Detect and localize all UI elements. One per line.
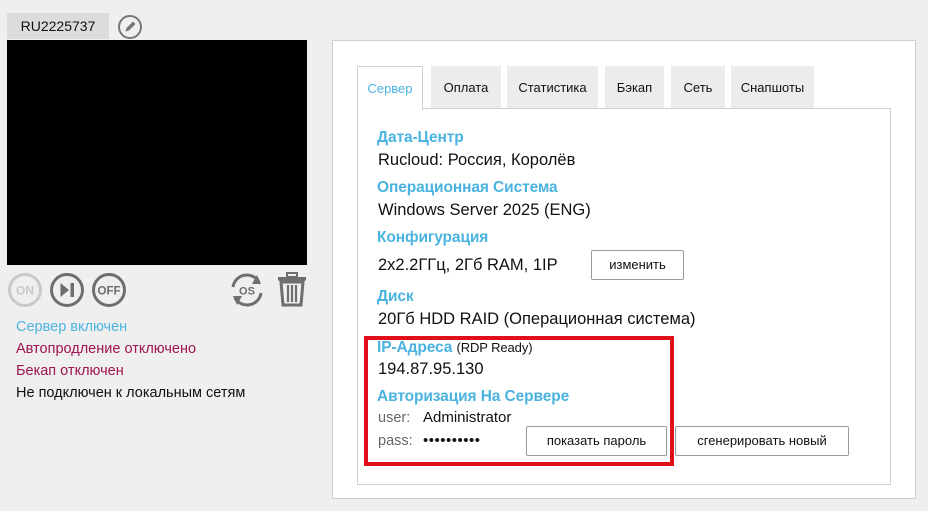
disk-label: Диск <box>377 288 414 305</box>
server-id-label: RU2225737 <box>7 13 109 39</box>
os-value: Windows Server 2025 (ENG) <box>378 201 591 219</box>
show-password-button[interactable]: показать пароль <box>526 426 667 456</box>
tab-network[interactable]: Сеть <box>671 66 725 109</box>
change-config-button[interactable]: изменить <box>591 250 684 280</box>
datacenter-label: Дата-Центр <box>377 129 464 146</box>
datacenter-value: Rucloud: Россия, Королёв <box>378 151 576 169</box>
status-network: Не подключен к локальным сетям <box>16 385 246 401</box>
auth-label: Авторизация На Сервере <box>377 388 570 405</box>
power-on-button[interactable]: ON <box>7 272 43 308</box>
rdp-ready-note: (RDP Ready) <box>456 340 533 355</box>
tab-server[interactable]: Сервер <box>357 66 423 110</box>
play-pause-icon <box>50 273 84 307</box>
server-screen-preview[interactable] <box>7 40 307 265</box>
trash-icon <box>278 272 306 307</box>
tab-payment[interactable]: Оплата <box>431 66 501 109</box>
reinstall-os-icon: OS <box>231 273 263 307</box>
reset-button[interactable] <box>49 272 85 308</box>
os-label: Операционная Система <box>377 179 558 196</box>
tab-statistics[interactable]: Статистика <box>507 66 598 109</box>
ip-label-text: IP-Адреса <box>377 339 453 356</box>
config-value: 2x2.2ГГц, 2Гб RAM, 1IP <box>378 256 558 274</box>
ip-value: 194.87.95.130 <box>378 360 484 378</box>
tab-snapshots[interactable]: Снапшоты <box>731 66 814 109</box>
status-autorenew: Автопродление отключено <box>16 341 197 357</box>
on-label: ON <box>16 284 34 298</box>
ip-label: IP-Адреса (RDP Ready) <box>377 339 533 357</box>
power-off-button[interactable]: OFF <box>91 272 127 308</box>
reinstall-os-button[interactable]: OS <box>227 270 267 310</box>
status-power: Сервер включен <box>16 319 128 335</box>
status-backup: Бекап отключен <box>16 363 124 379</box>
os-label: OS <box>239 286 255 298</box>
pencil-icon[interactable] <box>117 14 143 40</box>
user-key: user: <box>378 410 411 426</box>
tab-backup[interactable]: Бэкап <box>605 66 664 109</box>
off-label: OFF <box>98 286 121 298</box>
password-masked: •••••••••• <box>423 432 481 449</box>
pass-key: pass: <box>378 433 413 449</box>
disk-value: 20Гб HDD RAID (Операционная система) <box>378 310 696 328</box>
config-label: Конфигурация <box>377 229 489 246</box>
username-value: Administrator <box>423 409 512 426</box>
generate-password-button[interactable]: сгенерировать новый <box>675 426 849 456</box>
delete-server-button[interactable] <box>276 272 308 308</box>
